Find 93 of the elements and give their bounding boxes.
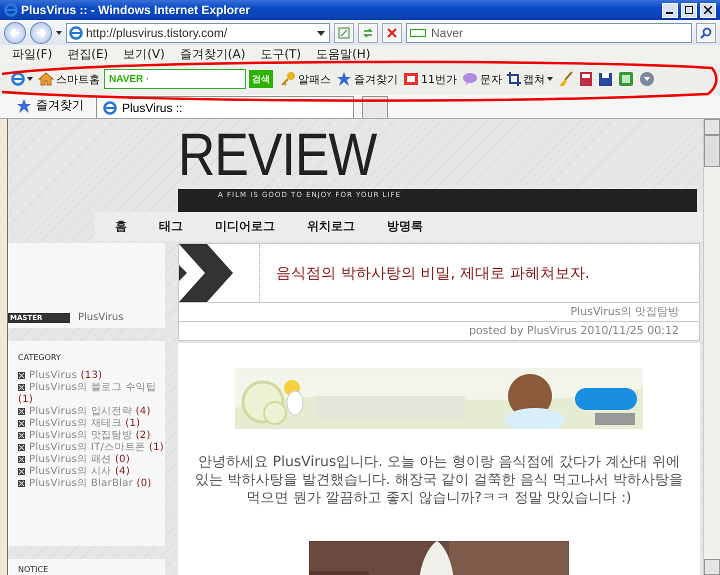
forward-button[interactable] bbox=[30, 22, 52, 44]
category-link[interactable]: PlusVirus의 블로그 수익팁 (1) bbox=[18, 382, 165, 406]
forward-arrow-icon bbox=[35, 26, 47, 38]
bullet-icon bbox=[18, 420, 25, 427]
broom-icon bbox=[558, 71, 574, 87]
toolbar-icon-button[interactable] bbox=[597, 72, 614, 86]
shop-icon bbox=[403, 71, 419, 87]
nav-link[interactable]: 홈 bbox=[115, 218, 127, 235]
close-icon bbox=[704, 6, 712, 14]
toolbar-button[interactable]: 알패스 bbox=[279, 71, 332, 87]
category-heading: CATEGORY bbox=[18, 353, 62, 362]
window-title: PlusVirus :: - Windows Internet Explorer bbox=[21, 3, 252, 17]
scroll-down-button[interactable] bbox=[704, 559, 720, 575]
bullet-icon bbox=[18, 372, 25, 379]
search-provider-icon bbox=[410, 28, 426, 36]
menu-item[interactable]: 도움말(H) bbox=[316, 46, 370, 62]
category-link[interactable]: PlusVirus (13) bbox=[18, 370, 165, 382]
menu-item[interactable]: 파일(F) bbox=[12, 46, 52, 62]
refresh-icon bbox=[362, 26, 374, 38]
browser-logo-icon bbox=[69, 26, 83, 40]
toolbar-button[interactable]: 스마트홈 bbox=[37, 72, 101, 86]
toolbar-button[interactable]: 11번가 bbox=[402, 71, 458, 87]
star-icon bbox=[336, 71, 352, 87]
toolbar-button[interactable]: 문자 bbox=[461, 72, 503, 86]
post-body: 안녕하세요 PlusVirus입니다. 오늘 아는 형이랑 음식점에 갔다가 계산대 위에 있는 박하사탕을 발견했습니다. 해장국 같이 걸쭉한 음식 먹고나서 박하사탕을 먹으면 뭔가 깔끔하고 좋지 않습니까?ㅋㅋ 정말 맛있습니다 :) bbox=[194, 453, 684, 507]
blog-logo: REVIEW bbox=[178, 121, 376, 189]
nav-link[interactable]: 방명록 bbox=[387, 218, 423, 235]
search-field[interactable]: Naver bbox=[406, 22, 692, 42]
book-icon bbox=[579, 71, 593, 87]
compatibility-button[interactable] bbox=[334, 22, 354, 42]
bullet-icon bbox=[18, 384, 25, 391]
category-link[interactable]: PlusVirus의 BlarBlar (0) bbox=[18, 478, 165, 490]
browser-logo-icon bbox=[4, 3, 18, 17]
toolbar-icon-button[interactable] bbox=[557, 71, 575, 87]
bullet-icon bbox=[18, 444, 25, 451]
star-icon bbox=[16, 98, 32, 114]
menu-item[interactable]: 도구(T) bbox=[260, 46, 302, 62]
page-icon bbox=[338, 26, 350, 38]
nav-link[interactable]: 미디어로그 bbox=[215, 218, 275, 235]
browser-logo-icon bbox=[103, 100, 117, 114]
page-menu-button[interactable] bbox=[10, 72, 34, 86]
post-byline: posted by PlusVirus 2010/11/25 00:12 bbox=[178, 322, 700, 341]
notice-heading: NOTICE bbox=[18, 565, 50, 574]
menu-item[interactable]: 보기(V) bbox=[123, 46, 165, 62]
category-link[interactable]: PlusVirus의 IT/스마트폰 (1) bbox=[18, 442, 165, 454]
bullet-icon bbox=[18, 456, 25, 463]
search-icon bbox=[700, 26, 712, 38]
scroll-up-button[interactable] bbox=[704, 119, 720, 135]
category-link[interactable]: PlusVirus의 시사 (4) bbox=[18, 466, 165, 478]
nav-link[interactable]: 위치로그 bbox=[307, 218, 355, 235]
scroll-thumb[interactable] bbox=[704, 135, 720, 167]
floppy-icon bbox=[598, 72, 613, 86]
caret-icon bbox=[56, 30, 62, 34]
minimize-button[interactable] bbox=[662, 2, 678, 18]
bullet-icon bbox=[18, 480, 25, 487]
category-link[interactable]: PlusVirus의 맛집탐방 (2) bbox=[18, 430, 165, 442]
maximize-icon bbox=[685, 6, 693, 14]
back-button[interactable] bbox=[4, 22, 26, 44]
new-tab-button[interactable] bbox=[362, 96, 388, 118]
toolbar-button[interactable]: 즐겨찾기 bbox=[335, 71, 399, 87]
refresh-button[interactable] bbox=[358, 22, 378, 42]
maximize-button[interactable] bbox=[681, 2, 697, 18]
key-icon bbox=[280, 71, 296, 87]
address-field[interactable]: http://plusvirus.tistory.com/ bbox=[66, 22, 330, 42]
favorites-button[interactable]: 즐겨찾기 bbox=[12, 97, 88, 118]
caret-icon bbox=[27, 77, 33, 81]
bullet-icon bbox=[18, 408, 25, 415]
post-title: 음식점의 박하사탕의 비밀, 제대로 파헤쳐보자. bbox=[259, 244, 590, 302]
category-link[interactable]: PlusVirus의 재테크 (1) bbox=[18, 418, 165, 430]
nav-link[interactable]: 태그 bbox=[159, 218, 183, 235]
square-icon bbox=[618, 71, 634, 87]
dropdown-circle-icon bbox=[639, 71, 655, 87]
speech-bubble-icon bbox=[462, 72, 478, 86]
owner-name: PlusVirus bbox=[78, 312, 124, 323]
close-button[interactable] bbox=[700, 2, 716, 18]
back-arrow-icon bbox=[9, 26, 21, 38]
stop-icon bbox=[387, 28, 397, 38]
bullet-icon bbox=[18, 432, 25, 439]
category-link[interactable]: PlusVirus의 패션 (0) bbox=[18, 454, 165, 466]
caret-icon bbox=[547, 77, 553, 81]
browser-logo-icon bbox=[11, 72, 25, 86]
toolbar-menu-button[interactable]: 캡쳐 bbox=[506, 72, 554, 86]
crop-icon bbox=[507, 72, 521, 86]
category-link[interactable]: PlusVirus의 입시전략 (4) bbox=[18, 406, 165, 418]
menu-item[interactable]: 편집(E) bbox=[67, 46, 108, 62]
menu-item[interactable]: 즐겨찾기(A) bbox=[180, 46, 246, 62]
post-category: PlusVirus의 맛집탐방 bbox=[178, 303, 700, 322]
house-icon bbox=[38, 72, 54, 86]
stop-button[interactable] bbox=[382, 22, 402, 42]
search-button[interactable] bbox=[696, 22, 716, 42]
bullet-icon bbox=[18, 468, 25, 475]
toolbar-icon-button[interactable] bbox=[638, 71, 656, 87]
toolbar-icon-button[interactable] bbox=[578, 71, 594, 87]
